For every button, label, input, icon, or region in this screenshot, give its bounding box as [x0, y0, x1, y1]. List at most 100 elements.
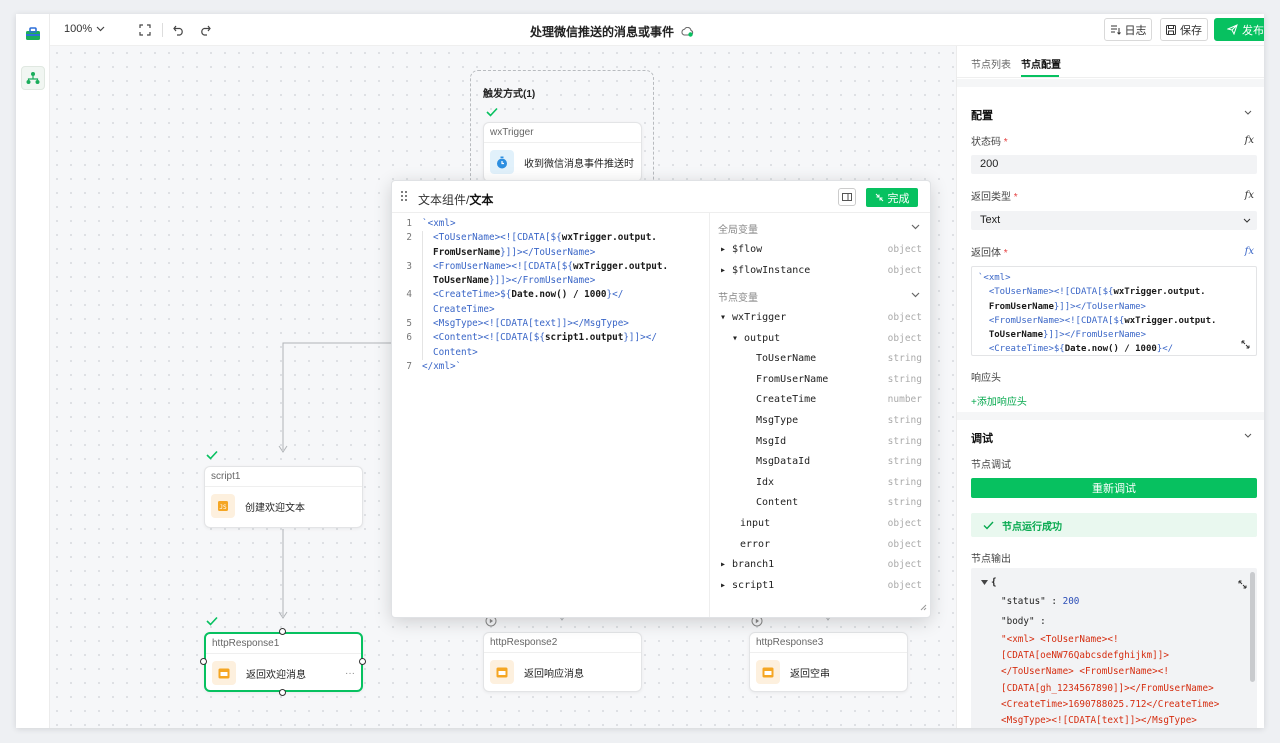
code-text: <FromUserName><![CDATA[${wxTrigger.outpu… [422, 259, 709, 275]
output-scrollbar[interactable] [1250, 572, 1255, 682]
variable-item[interactable]: MsgDataId string [710, 453, 922, 473]
variable-item[interactable]: CreateTime number [710, 391, 922, 411]
connection-handle[interactable] [279, 628, 286, 635]
variable-item[interactable]: Content string [710, 494, 922, 514]
node-wxtrigger[interactable]: wxTrigger 收到微信消息事件推送时 [483, 122, 642, 182]
chevron-down-icon[interactable] [1244, 110, 1252, 115]
return-body-editor[interactable]: `<xml> <ToUserName><![CDATA[${wxTrigger.… [971, 266, 1257, 356]
publish-button[interactable]: 发布 [1214, 18, 1264, 41]
add-header-link[interactable]: +添加响应头 [971, 393, 1027, 408]
redo-icon[interactable] [196, 21, 214, 39]
code-line[interactable]: 7 </xml>` [392, 360, 709, 374]
fullscreen-icon[interactable] [136, 21, 154, 39]
tab-node-config[interactable]: 节点配置 [1021, 56, 1061, 71]
code-line[interactable]: 4 <CreateTime>${Date.now() / 1000}</ [392, 288, 709, 303]
line-number: 5 [406, 318, 412, 330]
chevron-down-icon[interactable] [1244, 433, 1252, 438]
status-code-label: 状态码 * [971, 137, 1008, 148]
variable-type: string [887, 497, 922, 509]
node-httpresponse3[interactable]: httpResponse3 返回空串 [749, 632, 908, 692]
code-line[interactable]: CreateTime> [392, 302, 709, 318]
code-token: ToUserName [978, 330, 1044, 341]
code-line[interactable]: Content> [392, 345, 709, 360]
code-token: <CreateTime>${ [433, 289, 512, 301]
code-line[interactable]: 6 <Content><![CDATA[${script1.output}]]><… [392, 331, 709, 346]
save-button[interactable]: 保存 [1160, 18, 1208, 41]
variable-item[interactable]: ▾ output object [710, 330, 922, 350]
debug-section-title[interactable]: 调试 [971, 430, 993, 446]
undo-icon[interactable] [170, 21, 188, 39]
zoom-select[interactable]: 100% [64, 23, 105, 35]
fx-icon[interactable]: fx [1245, 135, 1254, 146]
done-button[interactable]: 完成 [866, 188, 918, 207]
code-line[interactable]: 5 <MsgType><![CDATA[text]]></MsgType> [392, 317, 709, 332]
code-token: wxTrigger.output. [572, 260, 669, 272]
flow-title-text: 处理微信推送的消息或事件 [530, 25, 675, 39]
json-value-status: 200 [1062, 596, 1080, 607]
rerun-debug-button[interactable]: 重新调试 [971, 478, 1257, 498]
code-line[interactable]: 2 <ToUserName><![CDATA[${wxTrigger.output… [392, 231, 709, 246]
connection-handle[interactable] [359, 658, 366, 665]
node-httpresponse2[interactable]: httpResponse2 返回响应消息 [483, 632, 642, 692]
node-script1[interactable]: script1 JS 创建欢迎文本 [204, 466, 363, 528]
variable-item[interactable]: Idx string [710, 474, 922, 494]
code-line[interactable]: FromUserName}]]></ToUserName> [392, 245, 709, 260]
chevron-down-icon[interactable] [911, 292, 920, 298]
caret-down-icon[interactable] [981, 580, 988, 585]
node-type: httpResponse3 [750, 633, 907, 653]
connection-handle[interactable] [200, 658, 207, 665]
return-type-select[interactable]: Text [971, 211, 1257, 230]
variable-item[interactable]: ▾ wxTrigger object [710, 309, 922, 329]
fx-icon[interactable]: fx [1245, 190, 1254, 201]
zoom-value: 100% [64, 23, 93, 35]
resize-handle-icon[interactable] [919, 600, 927, 614]
variable-item[interactable]: MsgId string [710, 433, 922, 453]
line-number: 4 [406, 289, 412, 301]
json-string-line: "<xml> <ToUserName><! [1001, 634, 1119, 645]
toolbox-icon[interactable] [21, 22, 45, 46]
variable-item[interactable]: error object [710, 536, 922, 556]
variable-item[interactable]: FromUserName string [710, 371, 922, 391]
variable-item[interactable]: ▸ $flowInstance object [710, 262, 922, 282]
variable-item[interactable]: MsgType string [710, 412, 922, 432]
response-icon [756, 660, 780, 684]
config-section-title[interactable]: 配置 [971, 107, 993, 123]
code-editor[interactable]: 1 `<xml> 2 <ToUserName><![CDATA[${wxTrigger… [392, 213, 709, 617]
split-layout-icon[interactable] [838, 188, 856, 206]
flow-tree-icon[interactable] [21, 66, 45, 90]
global-vars-header[interactable]: 全局变量 [718, 221, 758, 236]
log-button[interactable]: 日志 [1104, 18, 1152, 41]
chevron-down-icon[interactable] [911, 224, 920, 230]
expand-icon[interactable] [1238, 580, 1247, 592]
node-vars-header[interactable]: 节点变量 [718, 289, 758, 304]
variable-item[interactable]: input object [710, 515, 922, 535]
fx-icon[interactable]: fx [1245, 246, 1254, 257]
check-icon [983, 521, 994, 530]
save-label: 保存 [1180, 24, 1202, 37]
tab-node-list[interactable]: 节点列表 [971, 56, 1011, 71]
flow-canvas[interactable]: 触发方式(1) wxTrigger 收到微信消息事件推送时 script1 JS [50, 46, 956, 728]
editor-title-name: 文本 [469, 193, 494, 207]
success-check-icon [205, 614, 219, 628]
code-token: `<xml> [978, 273, 1011, 283]
code-text: <Content><![CDATA[${script1.output}]]></ [422, 331, 709, 346]
panel-tabs: 节点列表 节点配置 [957, 46, 1264, 78]
node-httpresponse1[interactable]: httpResponse1 返回欢迎消息 ··· [204, 632, 363, 692]
top-toolbar: 100% 处理微信推送的消息或事件 日志 保存 发布 [50, 14, 1264, 46]
variable-item[interactable]: ▸ branch1 object [710, 556, 922, 576]
code-line[interactable]: ToUserName}]]></FromUserName> [392, 274, 709, 289]
drag-handle-icon[interactable] [400, 190, 408, 205]
expand-icon[interactable] [1241, 338, 1250, 352]
variable-item[interactable]: ▸ script1 object [710, 577, 922, 597]
node-output-viewer[interactable]: { "status" : 200 "body" : "<xml> <ToUser… [971, 568, 1257, 728]
connection-handle[interactable] [279, 689, 286, 696]
node-more-menu[interactable]: ··· [345, 668, 355, 679]
line-number [392, 303, 420, 317]
json-string-line: </ToUserName> <FromUserName><! [1001, 666, 1169, 678]
status-code-input[interactable]: 200 [971, 155, 1257, 174]
variable-item[interactable]: ▸ $flow object [710, 241, 922, 261]
variable-item[interactable]: ToUserName string [710, 350, 922, 370]
code-line[interactable]: 1 `<xml> [392, 217, 709, 231]
code-line[interactable]: 3 <FromUserName><![CDATA[${wxTrigger.outp… [392, 259, 709, 275]
line-number [392, 346, 420, 360]
